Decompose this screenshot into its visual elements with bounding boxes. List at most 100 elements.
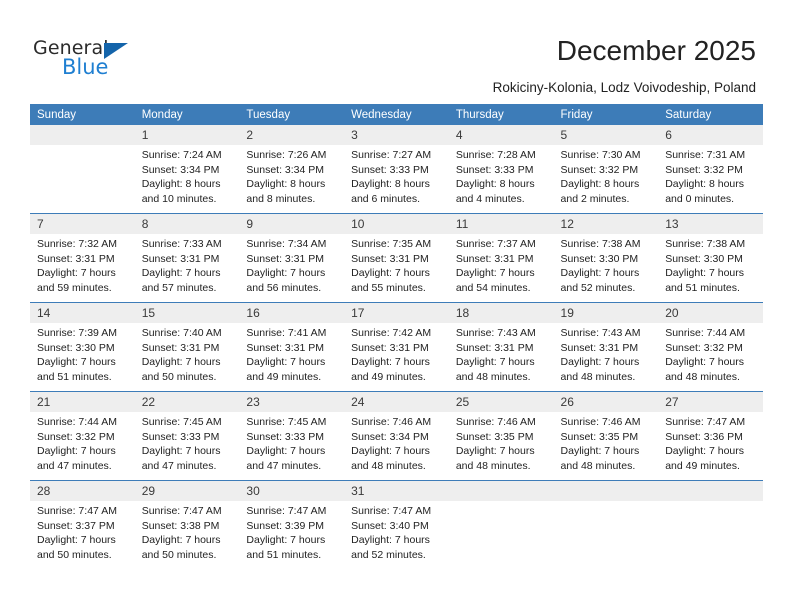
day-cell[interactable]: 8 Sunrise: 7:33 AM Sunset: 3:31 PM Dayli… xyxy=(134,213,240,303)
day-cell[interactable]: 3 Sunrise: 7:27 AM Sunset: 3:33 PM Dayli… xyxy=(344,125,449,214)
day-cell[interactable]: 23 Sunrise: 7:45 AM Sunset: 3:33 PM Dayl… xyxy=(239,391,345,481)
daylight-text-line2: and 51 minutes. xyxy=(37,370,112,383)
daylight-text-line2: and 2 minutes. xyxy=(560,192,630,205)
day-cell[interactable]: 26 Sunrise: 7:46 AM Sunset: 3:35 PM Dayl… xyxy=(553,391,659,481)
sunset-text: Sunset: 3:31 PM xyxy=(246,252,325,265)
day-cell[interactable]: 16 Sunrise: 7:41 AM Sunset: 3:31 PM Dayl… xyxy=(239,302,345,392)
day-cell[interactable]: 22 Sunrise: 7:45 AM Sunset: 3:33 PM Dayl… xyxy=(134,391,240,481)
day-cell[interactable]: 31 Sunrise: 7:47 AM Sunset: 3:40 PM Dayl… xyxy=(344,480,449,569)
daylight-text-line1: Daylight: 8 hours xyxy=(560,178,640,191)
sunset-text: Sunset: 3:31 PM xyxy=(455,252,534,265)
logo-text-blue: Blue xyxy=(62,55,109,79)
day-number: 3 xyxy=(344,125,449,145)
day-cell[interactable]: 10 Sunrise: 7:35 AM Sunset: 3:31 PM Dayl… xyxy=(344,213,449,303)
daylight-text-line1: Daylight: 7 hours xyxy=(246,267,326,280)
day-number xyxy=(448,481,554,501)
weekday-header-sunday: Sunday xyxy=(30,104,135,125)
day-cell[interactable]: 18 Sunrise: 7:43 AM Sunset: 3:31 PM Dayl… xyxy=(448,302,554,392)
sunset-text: Sunset: 3:31 PM xyxy=(141,252,220,265)
day-number: 12 xyxy=(553,214,659,234)
day-cell[interactable]: 5 Sunrise: 7:30 AM Sunset: 3:32 PM Dayli… xyxy=(553,125,659,214)
daylight-text-line1: Daylight: 7 hours xyxy=(351,356,430,369)
day-number xyxy=(30,125,135,145)
daylight-text-line2: and 0 minutes. xyxy=(665,192,735,205)
day-number: 25 xyxy=(448,392,554,412)
day-cell[interactable] xyxy=(448,480,554,569)
day-cell[interactable]: 7 Sunrise: 7:32 AM Sunset: 3:31 PM Dayli… xyxy=(30,213,135,303)
day-number: 24 xyxy=(344,392,449,412)
calendar-week-row: 21 Sunrise: 7:44 AM Sunset: 3:32 PM Dayl… xyxy=(30,391,763,481)
sunrise-text: Sunrise: 7:26 AM xyxy=(246,149,327,161)
day-cell[interactable]: 20 Sunrise: 7:44 AM Sunset: 3:32 PM Dayl… xyxy=(658,302,763,392)
day-cell[interactable]: 17 Sunrise: 7:42 AM Sunset: 3:31 PM Dayl… xyxy=(344,302,449,392)
day-info: Sunrise: 7:47 AM Sunset: 3:39 PM Dayligh… xyxy=(239,501,344,562)
day-number: 28 xyxy=(30,481,135,501)
day-number: 6 xyxy=(658,125,763,145)
day-cell[interactable] xyxy=(30,125,135,214)
sunset-text: Sunset: 3:30 PM xyxy=(560,252,639,265)
day-info: Sunrise: 7:45 AM Sunset: 3:33 PM Dayligh… xyxy=(239,412,344,473)
day-info: Sunrise: 7:38 AM Sunset: 3:30 PM Dayligh… xyxy=(554,234,659,295)
daylight-text-line2: and 47 minutes. xyxy=(246,459,322,472)
day-number: 16 xyxy=(239,303,345,323)
sunrise-text: Sunrise: 7:40 AM xyxy=(141,327,222,339)
calendar-header-row: Sunday Monday Tuesday Wednesday Thursday… xyxy=(30,104,763,125)
daylight-text-line1: Daylight: 7 hours xyxy=(246,356,326,369)
sunset-text: Sunset: 3:30 PM xyxy=(665,252,743,265)
day-cell[interactable]: 15 Sunrise: 7:40 AM Sunset: 3:31 PM Dayl… xyxy=(134,302,240,392)
day-number: 7 xyxy=(30,214,135,234)
day-cell[interactable]: 28 Sunrise: 7:47 AM Sunset: 3:37 PM Dayl… xyxy=(30,480,135,569)
sunrise-text: Sunrise: 7:42 AM xyxy=(351,327,432,339)
day-info: Sunrise: 7:33 AM Sunset: 3:31 PM Dayligh… xyxy=(135,234,240,295)
day-cell[interactable]: 13 Sunrise: 7:38 AM Sunset: 3:30 PM Dayl… xyxy=(658,213,763,303)
day-cell[interactable]: 29 Sunrise: 7:47 AM Sunset: 3:38 PM Dayl… xyxy=(134,480,240,569)
day-cell[interactable]: 12 Sunrise: 7:38 AM Sunset: 3:30 PM Dayl… xyxy=(553,213,659,303)
day-info: Sunrise: 7:37 AM Sunset: 3:31 PM Dayligh… xyxy=(449,234,554,295)
day-number: 9 xyxy=(239,214,345,234)
day-cell[interactable]: 2 Sunrise: 7:26 AM Sunset: 3:34 PM Dayli… xyxy=(239,125,345,214)
day-cell[interactable]: 24 Sunrise: 7:46 AM Sunset: 3:34 PM Dayl… xyxy=(344,391,449,481)
day-cell[interactable]: 1 Sunrise: 7:24 AM Sunset: 3:34 PM Dayli… xyxy=(134,125,240,214)
day-info xyxy=(554,501,659,504)
day-cell[interactable]: 9 Sunrise: 7:34 AM Sunset: 3:31 PM Dayli… xyxy=(239,213,345,303)
day-number: 11 xyxy=(448,214,554,234)
day-cell[interactable]: 30 Sunrise: 7:47 AM Sunset: 3:39 PM Dayl… xyxy=(239,480,345,569)
day-info: Sunrise: 7:34 AM Sunset: 3:31 PM Dayligh… xyxy=(239,234,344,295)
sunrise-text: Sunrise: 7:47 AM xyxy=(37,505,117,517)
day-info: Sunrise: 7:43 AM Sunset: 3:31 PM Dayligh… xyxy=(554,323,659,384)
day-cell[interactable]: 4 Sunrise: 7:28 AM Sunset: 3:33 PM Dayli… xyxy=(448,125,554,214)
day-info: Sunrise: 7:40 AM Sunset: 3:31 PM Dayligh… xyxy=(135,323,240,384)
day-cell[interactable]: 14 Sunrise: 7:39 AM Sunset: 3:30 PM Dayl… xyxy=(30,302,135,392)
daylight-text-line2: and 50 minutes. xyxy=(37,548,112,561)
daylight-text-line1: Daylight: 7 hours xyxy=(665,445,745,458)
daylight-text-line2: and 4 minutes. xyxy=(455,192,525,205)
day-number: 22 xyxy=(134,392,240,412)
daylight-text-line1: Daylight: 7 hours xyxy=(37,267,116,280)
day-cell[interactable]: 21 Sunrise: 7:44 AM Sunset: 3:32 PM Dayl… xyxy=(30,391,135,481)
day-info: Sunrise: 7:24 AM Sunset: 3:34 PM Dayligh… xyxy=(135,145,240,206)
day-info: Sunrise: 7:45 AM Sunset: 3:33 PM Dayligh… xyxy=(135,412,240,473)
sunset-text: Sunset: 3:31 PM xyxy=(141,341,220,354)
day-cell[interactable]: 19 Sunrise: 7:43 AM Sunset: 3:31 PM Dayl… xyxy=(553,302,659,392)
day-number: 1 xyxy=(134,125,240,145)
day-info: Sunrise: 7:26 AM Sunset: 3:34 PM Dayligh… xyxy=(239,145,344,206)
sunrise-text: Sunrise: 7:32 AM xyxy=(37,238,117,250)
weekday-header-thursday: Thursday xyxy=(448,104,554,125)
day-cell[interactable]: 6 Sunrise: 7:31 AM Sunset: 3:32 PM Dayli… xyxy=(658,125,763,214)
day-cell[interactable] xyxy=(553,480,659,569)
day-info: Sunrise: 7:44 AM Sunset: 3:32 PM Dayligh… xyxy=(658,323,763,384)
weekday-header-friday: Friday xyxy=(553,104,659,125)
daylight-text-line2: and 47 minutes. xyxy=(37,459,112,472)
daylight-text-line2: and 48 minutes. xyxy=(455,459,531,472)
day-info: Sunrise: 7:35 AM Sunset: 3:31 PM Dayligh… xyxy=(344,234,449,295)
day-number: 27 xyxy=(658,392,763,412)
day-cell[interactable]: 27 Sunrise: 7:47 AM Sunset: 3:36 PM Dayl… xyxy=(658,391,763,481)
day-info: Sunrise: 7:32 AM Sunset: 3:31 PM Dayligh… xyxy=(30,234,135,295)
sunrise-text: Sunrise: 7:31 AM xyxy=(665,149,746,161)
daylight-text-line2: and 56 minutes. xyxy=(246,281,322,294)
day-cell[interactable]: 25 Sunrise: 7:46 AM Sunset: 3:35 PM Dayl… xyxy=(448,391,554,481)
day-cell[interactable]: 11 Sunrise: 7:37 AM Sunset: 3:31 PM Dayl… xyxy=(448,213,554,303)
calendar-grid: Sunday Monday Tuesday Wednesday Thursday… xyxy=(30,104,763,569)
day-info: Sunrise: 7:31 AM Sunset: 3:32 PM Dayligh… xyxy=(658,145,763,206)
day-cell[interactable] xyxy=(658,480,763,569)
